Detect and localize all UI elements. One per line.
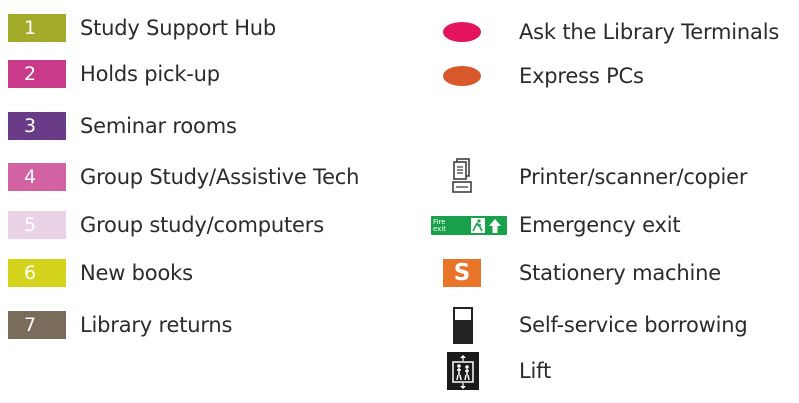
facility-item-ask-terminals: Ask the Library Terminals [0, 17, 799, 47]
stationery-s-icon: S [443, 259, 481, 287]
facility-item-lift: Lift [0, 352, 799, 390]
facility-label: Printer/scanner/copier [519, 164, 748, 189]
facility-item-self-service: Self-service borrowing [0, 307, 799, 344]
zone-swatch-3: 3 [8, 112, 66, 140]
facility-item-printer: Printer/scanner/copier [0, 158, 799, 193]
facility-item-stationery: S Stationery machine [0, 258, 799, 288]
facility-item-express-pcs: Express PCs [0, 61, 799, 91]
pink-oval-icon [443, 22, 481, 42]
stationery-s-letter: S [453, 260, 471, 286]
emergency-exit-sign-icon: Fire exit [431, 216, 507, 235]
orange-oval-icon [443, 66, 481, 86]
zone-number: 3 [24, 114, 37, 137]
zone-label: Seminar rooms [80, 113, 237, 138]
self-service-kiosk-icon [453, 307, 473, 345]
zone-item-3: 3 Seminar rooms [0, 111, 480, 141]
facility-label: Express PCs [519, 63, 644, 88]
lift-icon [447, 352, 479, 392]
facility-item-emergency-exit: Fire exit Emergency exit [0, 210, 799, 240]
facility-label: Stationery machine [519, 260, 721, 285]
facility-label: Emergency exit [519, 212, 681, 237]
facility-label: Ask the Library Terminals [519, 19, 780, 44]
facility-label: Lift [519, 358, 551, 383]
printer-icon [452, 158, 472, 194]
facility-label: Self-service borrowing [519, 312, 748, 337]
fire-exit-text: Fire exit [433, 217, 447, 233]
library-map-key: 1 Study Support Hub 2 Holds pick-up 3 Se… [0, 0, 799, 403]
